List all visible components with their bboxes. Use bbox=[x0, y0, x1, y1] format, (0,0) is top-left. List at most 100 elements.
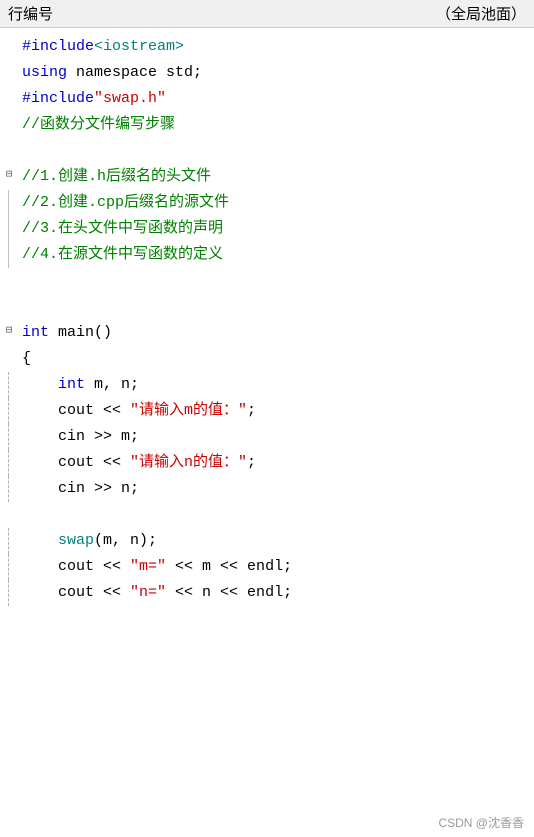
header-right: （全局池面） bbox=[436, 3, 526, 24]
line-gutter bbox=[0, 529, 18, 531]
line-content: #include<iostream> bbox=[18, 35, 534, 59]
line-content bbox=[18, 139, 534, 163]
line-content: #include″swap.h″ bbox=[18, 87, 534, 111]
code-token: //1.创建.h后缀名的头文件 bbox=[22, 168, 211, 185]
code-token: << m << endl; bbox=[166, 558, 292, 575]
line-gutter bbox=[0, 191, 18, 193]
code-token: cout << bbox=[22, 584, 130, 601]
line-content: int main() bbox=[18, 321, 534, 345]
code-token: cin >> n; bbox=[22, 480, 139, 497]
code-token: using bbox=[22, 64, 67, 81]
code-token: main() bbox=[49, 324, 112, 341]
line-content: cin >> n; bbox=[18, 477, 534, 501]
line-gutter bbox=[0, 373, 18, 375]
line-content: cout << ″n=″ << n << endl; bbox=[18, 581, 534, 605]
line-gutter bbox=[0, 347, 18, 349]
code-token: ; bbox=[247, 402, 256, 419]
line-gutter bbox=[0, 217, 18, 219]
line-gutter bbox=[0, 555, 18, 557]
code-token: ″swap.h″ bbox=[94, 90, 166, 107]
line-content: cin >> m; bbox=[18, 425, 534, 449]
code-token: << n << endl; bbox=[166, 584, 292, 601]
fold-icon[interactable]: ⊟ bbox=[6, 167, 13, 181]
header-left: 行编号 bbox=[8, 3, 53, 24]
code-line bbox=[0, 138, 534, 164]
line-content bbox=[18, 269, 534, 293]
line-content: { bbox=[18, 347, 534, 371]
code-line: using namespace std; bbox=[0, 60, 534, 86]
line-content: //3.在头文件中写函数的声明 bbox=[18, 217, 534, 241]
line-content: cout << ″请输入n的值：″; bbox=[18, 451, 534, 475]
line-gutter bbox=[0, 61, 18, 63]
code-token: cout << bbox=[22, 454, 130, 471]
code-token: cout << bbox=[22, 558, 130, 575]
code-token: (m, n); bbox=[94, 532, 157, 549]
code-line: { bbox=[0, 346, 534, 372]
code-line: //3.在头文件中写函数的声明 bbox=[0, 216, 534, 242]
line-gutter bbox=[0, 113, 18, 115]
code-token: //3.在头文件中写函数的声明 bbox=[22, 220, 223, 237]
code-token: ; bbox=[247, 454, 256, 471]
code-token: #include bbox=[22, 90, 94, 107]
indent-guide bbox=[8, 190, 9, 216]
line-gutter bbox=[0, 139, 18, 141]
line-gutter bbox=[0, 243, 18, 245]
fold-icon[interactable]: ⊟ bbox=[6, 323, 13, 337]
line-gutter: ⊟ bbox=[0, 165, 18, 181]
code-line: //4.在源文件中写函数的定义 bbox=[0, 242, 534, 268]
code-line: cout << ″请输入m的值：″; bbox=[0, 398, 534, 424]
code-line: cin >> n; bbox=[0, 476, 534, 502]
code-line: cout << ″n=″ << n << endl; bbox=[0, 580, 534, 606]
code-line: //2.创建.cpp后缀名的源文件 bbox=[0, 190, 534, 216]
code-line: int m, n; bbox=[0, 372, 534, 398]
header-bar: 行编号 （全局池面） bbox=[0, 0, 534, 28]
line-content: using namespace std; bbox=[18, 61, 534, 85]
line-content: cout << ″请输入m的值：″; bbox=[18, 399, 534, 423]
line-content: //4.在源文件中写函数的定义 bbox=[18, 243, 534, 267]
line-content: //1.创建.h后缀名的头文件 bbox=[18, 165, 534, 189]
code-line: #include<iostream> bbox=[0, 34, 534, 60]
line-gutter bbox=[0, 399, 18, 401]
indent-guide-main bbox=[8, 476, 9, 502]
code-line: swap(m, n); bbox=[0, 528, 534, 554]
code-token bbox=[22, 532, 58, 549]
indent-guide-main bbox=[8, 424, 9, 450]
line-gutter bbox=[0, 35, 18, 37]
code-line bbox=[0, 268, 534, 294]
line-content: //函数分文件编写步骤 bbox=[18, 113, 534, 137]
code-token: ″请输入n的值：″ bbox=[130, 454, 247, 471]
code-line: //函数分文件编写步骤 bbox=[0, 112, 534, 138]
code-token bbox=[22, 376, 58, 393]
line-content: cout << ″m=″ << m << endl; bbox=[18, 555, 534, 579]
code-token: cout << bbox=[22, 402, 130, 419]
indent-guide-main bbox=[8, 450, 9, 476]
line-gutter bbox=[0, 477, 18, 479]
code-token: //函数分文件编写步骤 bbox=[22, 116, 175, 133]
code-line bbox=[0, 502, 534, 528]
indent-guide-main bbox=[8, 398, 9, 424]
line-gutter: ⊟ bbox=[0, 321, 18, 337]
indent-guide-main bbox=[8, 372, 9, 398]
code-line: ⊟ int main() bbox=[0, 320, 534, 346]
line-content: //2.创建.cpp后缀名的源文件 bbox=[18, 191, 534, 215]
line-gutter bbox=[0, 87, 18, 89]
code-token: cin >> m; bbox=[22, 428, 139, 445]
code-line: cout << ″m=″ << m << endl; bbox=[0, 554, 534, 580]
line-gutter bbox=[0, 269, 18, 271]
code-token: ″m=″ bbox=[130, 558, 166, 575]
code-token: ″请输入m的值：″ bbox=[130, 402, 247, 419]
code-token: #include bbox=[22, 38, 94, 55]
indent-guide bbox=[8, 242, 9, 268]
code-token: { bbox=[22, 350, 31, 367]
code-token: <iostream> bbox=[94, 38, 184, 55]
indent-guide-main bbox=[8, 554, 9, 580]
code-line: cout << ″请输入n的值：″; bbox=[0, 450, 534, 476]
line-gutter bbox=[0, 425, 18, 427]
code-line: ⊟ //1.创建.h后缀名的头文件 bbox=[0, 164, 534, 190]
code-area: #include<iostream>using namespace std;#i… bbox=[0, 28, 534, 612]
line-content: int m, n; bbox=[18, 373, 534, 397]
code-token: namespace std; bbox=[67, 64, 202, 81]
line-content: swap(m, n); bbox=[18, 529, 534, 553]
indent-guide bbox=[8, 216, 9, 242]
watermark: CSDN @沈香香 bbox=[438, 814, 524, 831]
